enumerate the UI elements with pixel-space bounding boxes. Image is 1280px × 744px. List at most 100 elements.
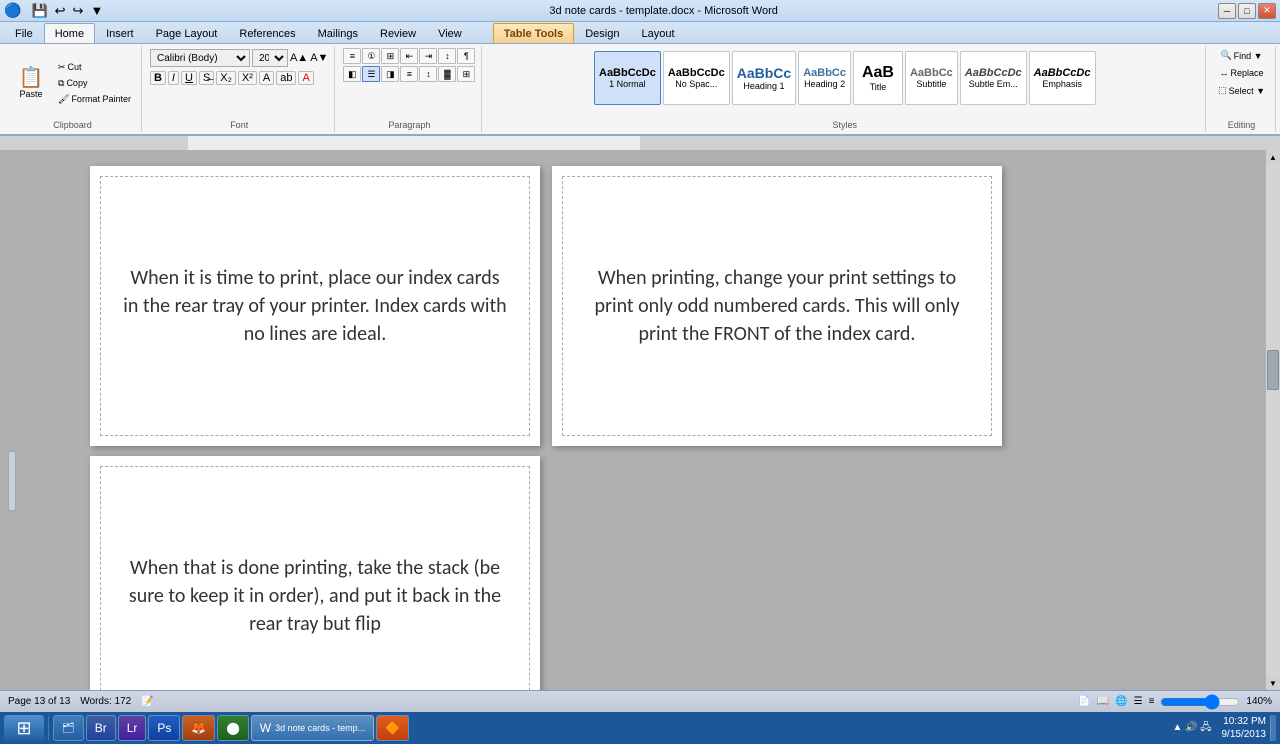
align-right-button[interactable]: ◨ (381, 66, 399, 82)
decrease-indent-button[interactable]: ⇤ (400, 48, 418, 64)
style-normal[interactable]: AaBbCcDc 1 Normal (594, 51, 661, 105)
style-title-label: Title (870, 82, 887, 92)
view-reading-btn[interactable]: 📖 (1097, 696, 1109, 707)
window-controls: ─ □ ✕ (1218, 3, 1276, 19)
style-normal-preview: AaBbCcDc (599, 67, 656, 79)
tab-view[interactable]: View (427, 23, 473, 43)
tab-page-layout[interactable]: Page Layout (145, 23, 229, 43)
subscript-button[interactable]: X₂ (216, 71, 236, 85)
bold-button[interactable]: B (150, 71, 166, 85)
tab-insert[interactable]: Insert (95, 23, 145, 43)
taskbar-app-vlc[interactable]: 🔶 (376, 715, 409, 741)
maximize-button[interactable]: □ (1238, 3, 1256, 19)
format-painter-button[interactable]: 🖌 Format Painter (54, 92, 135, 107)
vertical-scrollbar[interactable]: ▲ ▼ (1266, 150, 1280, 690)
style-title[interactable]: AaB Title (853, 51, 903, 105)
shading-button[interactable]: ▓ (438, 66, 456, 82)
justify-button[interactable]: ≡ (400, 66, 418, 82)
grow-font-btn[interactable]: A▲ (290, 52, 308, 64)
style-heading1-preview: AaBbCc (737, 65, 791, 81)
zoom-slider[interactable] (1160, 694, 1240, 710)
align-center-button[interactable]: ☰ (362, 66, 380, 82)
increase-indent-button[interactable]: ⇥ (419, 48, 437, 64)
tab-design[interactable]: Design (574, 23, 630, 43)
style-emphasis[interactable]: AaBbCcDc Emphasis (1029, 51, 1096, 105)
card-cell-3[interactable]: When that is done printing, take the sta… (100, 466, 530, 690)
text-effects-button[interactable]: A (259, 71, 274, 85)
view-print-btn[interactable]: 📄 (1078, 696, 1090, 707)
title-bar: 🔵 💾 ↩ ↪ ▼ 3d note cards - template.docx … (0, 0, 1280, 22)
style-no-spacing[interactable]: AaBbCcDc No Spac... (663, 51, 730, 105)
taskbar-app-bridge[interactable]: Br (86, 715, 116, 741)
scroll-down-btn[interactable]: ▼ (1266, 676, 1280, 690)
taskbar-app-chrome[interactable]: ⬤ (217, 715, 248, 741)
tab-home[interactable]: Home (44, 23, 95, 43)
tab-layout[interactable]: Layout (630, 23, 685, 43)
paste-button[interactable]: 📋 Paste (10, 65, 52, 102)
line-spacing-button[interactable]: ↕ (419, 66, 437, 82)
redo-qa-btn[interactable]: ↪ (71, 2, 86, 20)
font-name-select[interactable]: Calibri (Body) (150, 49, 250, 67)
format-painter-icon: 🖌 (58, 94, 69, 105)
superscript-button[interactable]: X² (238, 71, 257, 85)
replace-button[interactable]: ↔ Replace (1216, 66, 1268, 80)
find-button[interactable]: 🔍 Find ▼ (1216, 48, 1266, 63)
style-normal-label: 1 Normal (609, 79, 646, 89)
align-left-button[interactable]: ◧ (343, 66, 361, 82)
tab-file[interactable]: File (4, 23, 44, 43)
minimize-button[interactable]: ─ (1218, 3, 1236, 19)
cut-button[interactable]: ✂ Cut (54, 60, 135, 75)
italic-button[interactable]: I (168, 71, 179, 85)
style-heading1[interactable]: AaBbCc Heading 1 (732, 51, 796, 105)
borders-button[interactable]: ⊞ (457, 66, 475, 82)
style-subtitle[interactable]: AaBbCc Subtitle (905, 51, 958, 105)
view-web-btn[interactable]: 🌐 (1115, 696, 1127, 707)
taskbar-app-lightroom[interactable]: Lr (118, 715, 147, 741)
system-clock[interactable]: 10:32 PM 9/15/2013 (1222, 715, 1267, 741)
show-desktop-btn[interactable] (1270, 715, 1276, 741)
tab-references[interactable]: References (228, 23, 306, 43)
select-button[interactable]: ⬚ Select ▼ (1214, 83, 1269, 98)
taskbar-app-firefox[interactable]: 🦊 (182, 715, 215, 741)
view-outline-btn[interactable]: ☰ (1134, 696, 1143, 707)
card-cell-2[interactable]: When printing, change your print setting… (562, 176, 992, 436)
scroll-up-btn[interactable]: ▲ (1266, 150, 1280, 164)
close-button[interactable]: ✕ (1258, 3, 1276, 19)
bullets-button[interactable]: ≡ (343, 48, 361, 64)
sort-button[interactable]: ↕ (438, 48, 456, 64)
view-draft-btn[interactable]: ≡ (1149, 696, 1155, 707)
style-heading2[interactable]: AaBbCc Heading 2 (798, 51, 851, 105)
font-color-button[interactable]: A (298, 71, 313, 85)
taskbar-right: ▲ 🔊 🖧 10:32 PM 9/15/2013 (1166, 715, 1276, 741)
find-icon: 🔍 (1220, 50, 1231, 61)
font-size-select[interactable]: 20 (252, 49, 288, 67)
taskbar-app-explorer[interactable]: 🗂 (53, 715, 84, 741)
highlight-button[interactable]: ab (276, 71, 296, 85)
tab-review[interactable]: Review (369, 23, 427, 43)
numbering-button[interactable]: ① (362, 48, 380, 64)
start-button[interactable]: ⊞ (4, 715, 44, 741)
strikethrough-button[interactable]: S̶ (199, 71, 214, 85)
clock-date: 9/15/2013 (1222, 728, 1267, 741)
page-info: Page 13 of 13 (8, 696, 70, 707)
taskbar: ⊞ 🗂 Br Lr Ps 🦊 ⬤ W 3d note cards - temp.… (0, 712, 1280, 744)
show-hide-button[interactable]: ¶ (457, 48, 475, 64)
taskbar-app-photoshop[interactable]: Ps (148, 715, 180, 741)
scrollbar-thumb[interactable] (1267, 350, 1279, 390)
card-cell-1[interactable]: When it is time to print, place our inde… (100, 176, 530, 436)
style-subtle-em[interactable]: AaBbCcDc Subtle Em... (960, 51, 1027, 105)
multilevel-button[interactable]: ⊞ (381, 48, 399, 64)
tab-mailings[interactable]: Mailings (307, 23, 369, 43)
save-qa-btn[interactable]: 💾 (29, 2, 49, 20)
style-heading1-label: Heading 1 (743, 81, 784, 91)
taskbar-app-word[interactable]: W 3d note cards - temp... (251, 715, 374, 741)
copy-button[interactable]: ⧉ Copy (54, 76, 135, 91)
shrink-font-btn[interactable]: A▼ (310, 52, 328, 64)
page-card-3: When that is done printing, take the sta… (90, 456, 540, 690)
customize-qa-btn[interactable]: ▼ (88, 2, 105, 19)
ribbon-tab-bar: File Home Insert Page Layout References … (0, 22, 1280, 44)
font-group: Calibri (Body) 20 A▲ A▼ B I U S̶ X₂ X² A… (144, 46, 335, 132)
underline-button[interactable]: U (181, 71, 197, 85)
word-taskbar-label: 3d note cards - temp... (275, 723, 365, 733)
undo-qa-btn[interactable]: ↩ (53, 2, 68, 20)
